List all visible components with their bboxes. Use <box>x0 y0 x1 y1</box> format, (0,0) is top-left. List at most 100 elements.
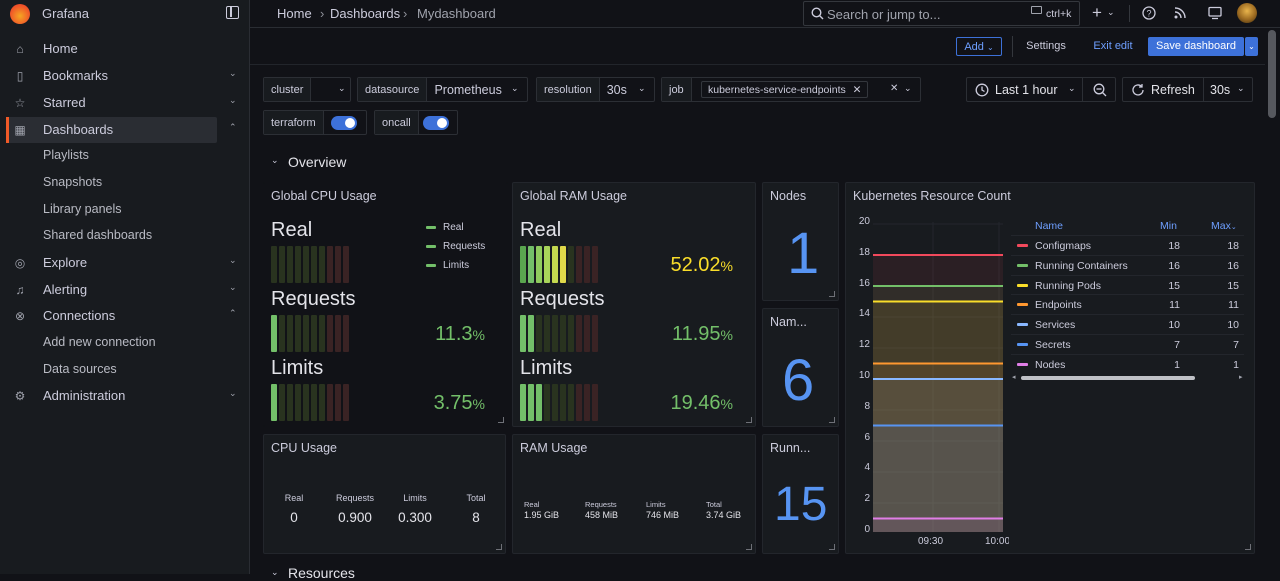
bar-gauge-cell <box>520 315 526 352</box>
scroll-right-icon[interactable]: ▸ <box>1239 374 1243 381</box>
breadcrumb-home[interactable]: Home <box>277 6 312 21</box>
resize-handle-icon[interactable] <box>746 417 752 423</box>
variable-oncall[interactable]: oncall <box>374 110 458 135</box>
row-title-overview[interactable]: Overview <box>288 154 346 170</box>
clear-icon[interactable]: ✕ <box>890 83 898 94</box>
k8s-chart-plot[interactable] <box>873 222 1003 532</box>
panel-ram-usage[interactable]: RAM Usage Real 1.95 GiB Requests 458 MiB L… <box>512 434 756 554</box>
panel-cpu-usage[interactable]: CPU Usage Real 0 Requests 0.900 Limits 0.30… <box>263 434 506 554</box>
panel-running[interactable]: Runn... 15 <box>762 434 839 554</box>
breadcrumb-separator: › <box>403 6 408 21</box>
sidebar-item-administration[interactable]: ⚙ Administration ⌄ <box>0 383 250 409</box>
legend-header-max[interactable]: Max⌄ <box>1211 220 1237 232</box>
legend-item[interactable]: Real <box>426 222 464 233</box>
legend-header-min[interactable]: Min <box>1160 220 1177 232</box>
sidebar-item-dashboards[interactable]: ▦ Dashboards ⌃ <box>6 117 237 143</box>
legend-row[interactable]: Running Containers 16 16 <box>1011 254 1244 275</box>
save-options-chevron-icon[interactable]: ⌄ <box>1245 37 1258 56</box>
chevron-up-icon[interactable]: ⌃ <box>229 308 237 319</box>
gauge-value: 19.46% <box>670 392 733 415</box>
search-input[interactable]: Search or jump to... ctrl+k <box>803 1 1080 26</box>
sidebar-item-shared-dashboards[interactable]: Shared dashboards <box>0 223 250 249</box>
sidebar-item-starred[interactable]: ☆ Starred ⌄ <box>0 90 250 116</box>
sidebar-item-explore[interactable]: ◎ Explore ⌄ <box>0 250 250 276</box>
panel-nodes[interactable]: Nodes 1 <box>762 182 839 301</box>
legend-scrollbar[interactable]: ◂ ▸ <box>1012 374 1245 381</box>
legend-header-name[interactable]: Name <box>1035 220 1063 232</box>
remove-chip-icon[interactable]: ✕ <box>853 84 862 96</box>
help-icon[interactable]: ? <box>1142 6 1156 20</box>
grafana-logo-icon[interactable] <box>10 4 30 24</box>
user-avatar[interactable] <box>1237 3 1257 23</box>
legend-row[interactable]: Secrets 7 7 <box>1011 334 1244 354</box>
legend-row[interactable]: Endpoints 11 11 <box>1011 294 1244 314</box>
sidebar-item-connections[interactable]: ⊗ Connections ⌃ <box>0 303 250 329</box>
legend-series-name: Nodes <box>1035 358 1066 371</box>
row-title-resources[interactable]: Resources <box>288 565 355 581</box>
new-chevron-down-icon[interactable]: ⌄ <box>1107 7 1115 18</box>
stat-real: Real 0 <box>283 493 305 525</box>
chevron-up-icon[interactable]: ⌃ <box>229 122 237 133</box>
sidebar-item-alerting[interactable]: ♫ Alerting ⌄ <box>0 277 250 303</box>
variable-resolution[interactable]: resolution 30s ⌄ <box>536 77 655 102</box>
bar-gauge-cell <box>343 246 349 283</box>
sidebar-item-snapshots[interactable]: Snapshots <box>0 170 250 196</box>
time-range-picker[interactable]: Last 1 hour ⌄ <box>966 77 1116 102</box>
panel-global-ram[interactable]: Global RAM Usage Real 52.02% Requests 11.95… <box>512 182 756 427</box>
dock-menu-icon[interactable] <box>226 6 239 19</box>
refresh-picker[interactable]: Refresh 30s ⌄ <box>1122 77 1253 102</box>
panel-global-cpu[interactable]: Global CPU Usage Real Requests Limits Re… <box>263 182 508 427</box>
add-button[interactable]: Add ⌄ <box>956 37 1002 56</box>
zoom-out-icon[interactable] <box>1093 83 1107 97</box>
variable-terraform[interactable]: terraform <box>263 110 367 135</box>
panel-namespaces[interactable]: Nam... 6 <box>762 308 839 427</box>
chevron-down-icon[interactable]: ⌄ <box>229 388 237 399</box>
variable-cluster[interactable]: cluster ⌄ <box>263 77 351 102</box>
scrollbar-thumb[interactable] <box>1021 376 1195 380</box>
resize-handle-icon[interactable] <box>1245 544 1251 550</box>
chevron-down-icon[interactable]: ⌄ <box>229 255 237 266</box>
refresh-interval[interactable]: 30s <box>1210 83 1230 97</box>
sidebar-item-label: Home <box>43 41 78 56</box>
breadcrumb-dashboards[interactable]: Dashboards <box>330 6 400 21</box>
chevron-down-icon[interactable]: ⌄ <box>229 282 237 293</box>
settings-button[interactable]: Settings <box>1021 37 1071 56</box>
resize-handle-icon[interactable] <box>496 544 502 550</box>
chevron-down-icon[interactable]: ⌄ <box>229 95 237 106</box>
refresh-label[interactable]: Refresh <box>1151 83 1195 97</box>
oncall-toggle[interactable] <box>423 116 449 130</box>
legend-row[interactable]: Services 10 10 <box>1011 314 1244 334</box>
legend-row[interactable]: Running Pods 15 15 <box>1011 274 1244 295</box>
sidebar-item-playlists[interactable]: Playlists <box>0 143 250 169</box>
sidebar-item-data-sources[interactable]: Data sources <box>0 357 250 383</box>
page-scrollbar[interactable] <box>1268 30 1276 118</box>
resize-handle-icon[interactable] <box>746 544 752 550</box>
exit-edit-button[interactable]: Exit edit <box>1090 37 1136 56</box>
chevron-down-icon[interactable]: ⌄ <box>229 68 237 79</box>
resize-handle-icon[interactable] <box>829 417 835 423</box>
rss-news-icon[interactable] <box>1173 6 1187 20</box>
kiosk-monitor-icon[interactable] <box>1208 6 1222 20</box>
legend-item[interactable]: Requests <box>426 241 485 252</box>
new-plus-icon[interactable]: + <box>1092 3 1102 23</box>
resize-handle-icon[interactable] <box>498 417 504 423</box>
save-dashboard-button[interactable]: Save dashboard <box>1148 37 1244 56</box>
divider <box>1082 78 1083 101</box>
terraform-toggle[interactable] <box>331 116 357 130</box>
sidebar-item-home[interactable]: ⌂ Home <box>0 36 250 62</box>
refresh-icon[interactable] <box>1131 83 1145 97</box>
legend-item[interactable]: Limits <box>426 260 469 271</box>
resize-handle-icon[interactable] <box>829 544 835 550</box>
scroll-left-icon[interactable]: ◂ <box>1012 374 1016 381</box>
sidebar-item-add-new-connection[interactable]: Add new connection <box>0 330 250 356</box>
variable-datasource[interactable]: datasource Prometheus ⌄ <box>357 77 528 102</box>
sidebar-item-bookmarks[interactable]: ▯ Bookmarks ⌄ <box>0 63 250 89</box>
resize-handle-icon[interactable] <box>829 291 835 297</box>
collapse-chevron-icon[interactable]: ⌄ <box>271 567 279 578</box>
sidebar-item-library-panels[interactable]: Library panels <box>0 197 250 223</box>
legend-row[interactable]: Nodes 1 1 <box>1011 353 1244 374</box>
collapse-chevron-icon[interactable]: ⌄ <box>271 155 279 166</box>
legend-row[interactable]: Configmaps 18 18 <box>1011 235 1244 255</box>
variable-job[interactable]: job kubernetes-service-endpoints ✕ ✕ ⌄ <box>661 77 921 102</box>
legend-min: 15 <box>1168 279 1180 292</box>
